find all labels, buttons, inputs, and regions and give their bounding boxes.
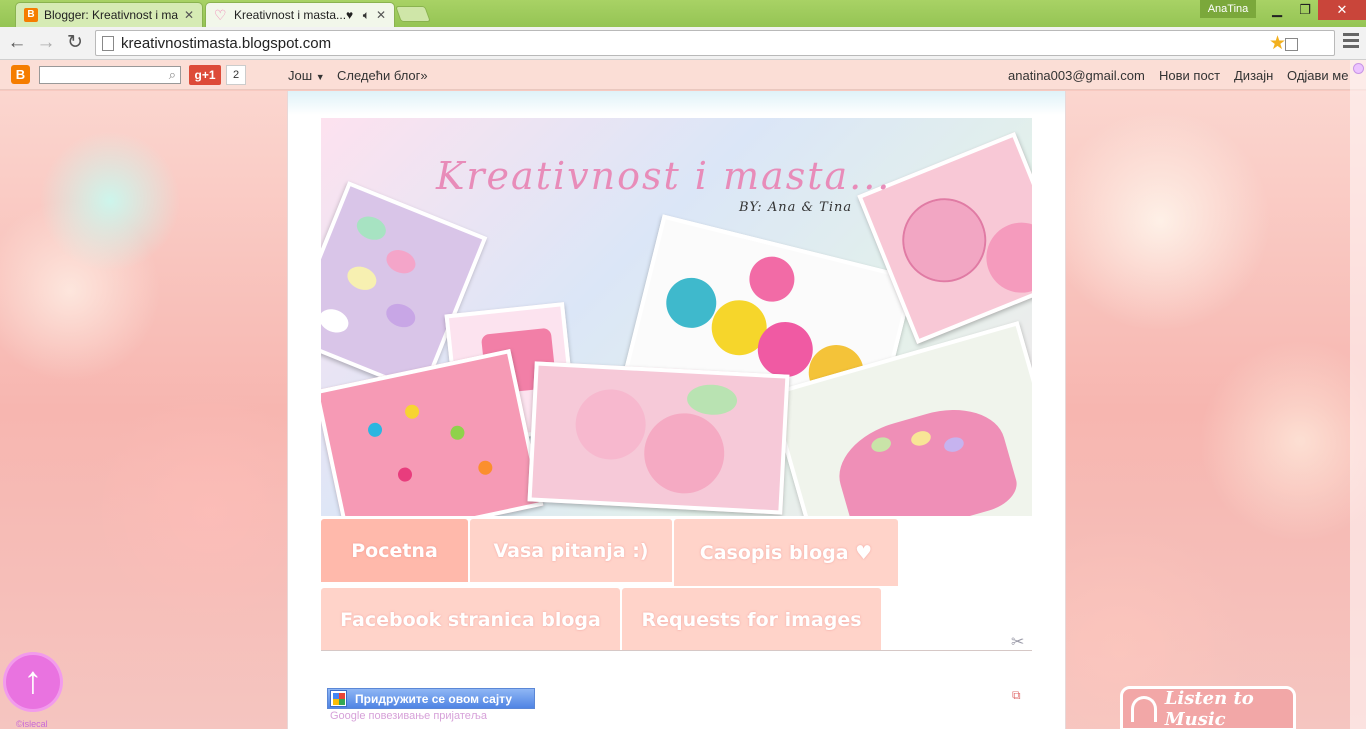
blog-subtitle: BY: Ana & Tina	[739, 200, 853, 215]
more-label: Још	[288, 68, 313, 83]
google-icon	[330, 690, 347, 707]
new-tab-button[interactable]	[395, 6, 431, 22]
new-post-link[interactable]: Нови пост	[1159, 68, 1220, 83]
heart-icon: ♡	[214, 7, 227, 23]
reload-icon[interactable]: ↻	[64, 32, 86, 54]
close-window-button[interactable]: ✕	[1318, 0, 1366, 20]
browser-tab-blog[interactable]: ♡ Kreativnost i masta...♥ 🔈︎ ✕	[205, 2, 395, 27]
plus-count: 2	[226, 65, 246, 85]
tab-casopis-bloga[interactable]: Casopis bloga ♥	[674, 519, 898, 586]
join-button-label: Придружите се овом сајту	[355, 691, 513, 706]
design-link[interactable]: Дизајн	[1234, 68, 1273, 83]
tab-title: Blogger: Kreativnost i mas	[44, 8, 178, 22]
popout-icon[interactable]: ⧉	[1012, 688, 1021, 703]
tabs-divider	[321, 650, 1032, 651]
back-icon[interactable]: ←	[6, 32, 28, 54]
blogger-logo-icon[interactable]: B	[11, 65, 30, 84]
url-text: kreativnostimasta.blogspot.com	[121, 34, 332, 52]
edit-tools-icon[interactable]: ✂︎	[1011, 632, 1024, 652]
close-tab-icon[interactable]: ✕	[184, 8, 194, 22]
page-icon	[102, 35, 114, 51]
strawberry-candy-photo	[527, 361, 790, 515]
credit-text: ©islecal	[16, 719, 48, 729]
address-bar[interactable]: kreativnostimasta.blogspot.com ★	[95, 30, 1335, 56]
search-icon[interactable]: ⌕	[169, 67, 176, 83]
sign-out-link[interactable]: Одјави ме	[1287, 68, 1348, 83]
top-strip	[288, 91, 1065, 115]
headphones-icon	[1131, 695, 1157, 722]
account-email[interactable]: anatina003@gmail.com	[1008, 68, 1145, 83]
browser-titlebar: B Blogger: Kreativnost i mas ✕ ♡ Kreativ…	[0, 0, 1366, 27]
blog-content-column: Kreativnost i masta... BY: Ana & Tina Po…	[287, 91, 1066, 729]
page-scrollbar[interactable]	[1350, 60, 1366, 729]
listen-to-music-widget[interactable]: Listen to Music	[1120, 686, 1296, 729]
tab-vasa-pitanja[interactable]: Vasa pitanja :)	[470, 519, 672, 582]
blogger-icon: B	[24, 8, 38, 22]
tab-facebook-stranica[interactable]: Facebook stranica bloga	[321, 588, 620, 651]
translate-icon[interactable]	[1285, 38, 1298, 51]
tab-requests-for-images[interactable]: Requests for images	[622, 588, 881, 651]
scroll-to-top-button[interactable]: ↑	[6, 655, 60, 709]
browser-toolbar: ← → ↻ kreativnostimasta.blogspot.com ★	[0, 27, 1366, 60]
google-friend-connect-note: Google повезивање пријатеља	[330, 710, 487, 722]
maximize-button[interactable]: ❐	[1292, 0, 1318, 20]
browser-tab-blogger[interactable]: B Blogger: Kreativnost i mas ✕	[15, 2, 203, 27]
music-widget-label: Listen to Music	[1164, 687, 1254, 729]
tab-title: Kreativnost i masta...♥	[234, 8, 354, 22]
speaker-icon: 🔈︎	[362, 7, 370, 22]
blog-search-input[interactable]: ⌕	[39, 66, 181, 84]
blogger-navbar: B ⌕ g+1 2 Још ▼ Следећи блог» anatina003…	[0, 60, 1366, 90]
chrome-menu-icon[interactable]	[1343, 33, 1359, 51]
chevron-down-icon: ▼	[315, 72, 325, 82]
google-plus-button[interactable]: g+1	[189, 65, 221, 85]
blog-title: Kreativnost i masta...	[436, 154, 892, 198]
close-tab-icon[interactable]: ✕	[376, 8, 386, 22]
scrollbar-thumb[interactable]	[1353, 63, 1364, 74]
forward-icon[interactable]: →	[35, 32, 57, 54]
blog-header-image[interactable]: Kreativnost i masta... BY: Ana & Tina	[321, 118, 1032, 516]
tab-pocetna[interactable]: Pocetna	[321, 519, 468, 582]
more-menu[interactable]: Још ▼	[288, 68, 325, 83]
sprinkles-photo	[321, 348, 544, 516]
next-blog-link[interactable]: Следећи блог»	[337, 68, 428, 83]
bookmark-star-icon[interactable]: ★	[1269, 32, 1286, 55]
join-site-button[interactable]: Придружите се овом сајту	[327, 688, 535, 709]
profile-name[interactable]: AnaTina	[1200, 0, 1256, 18]
minimize-button[interactable]: ▁	[1262, 0, 1292, 20]
